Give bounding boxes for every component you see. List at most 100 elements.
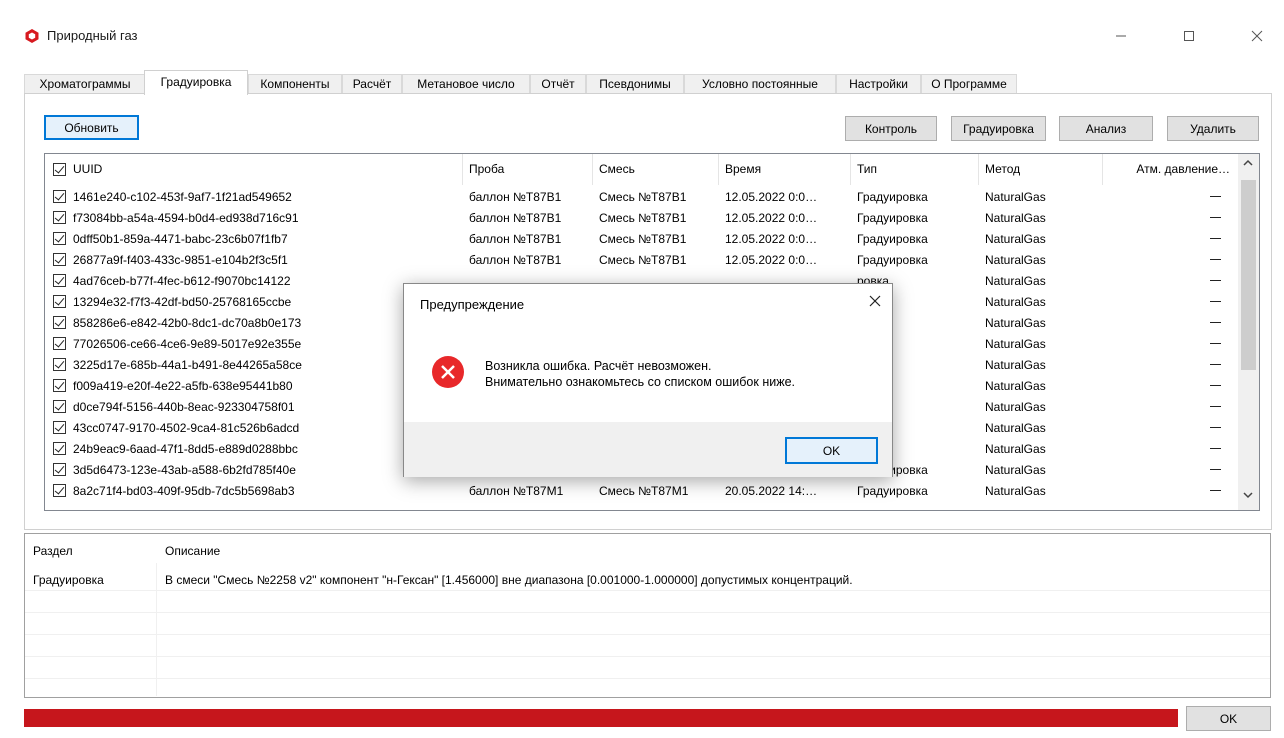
empty-error-row xyxy=(25,591,1270,613)
table-row[interactable]: 0dff50b1-859a-4471-babc-23c6b07f1fb7 балл… xyxy=(45,229,1241,248)
calibration-button[interactable]: Градуировка xyxy=(951,116,1046,141)
close-icon xyxy=(1251,30,1263,42)
column-header-time[interactable]: Время xyxy=(719,154,851,185)
dialog-message-line-2: Внимательно ознакомьтесь со списком ошиб… xyxy=(485,375,795,389)
analysis-button[interactable]: Анализ xyxy=(1059,116,1153,141)
cell-pressure-empty xyxy=(1210,469,1221,470)
row-checkbox[interactable] xyxy=(53,274,66,287)
cell-sample: баллон №Т87В1 xyxy=(469,253,562,267)
empty-error-row xyxy=(25,613,1270,635)
column-header-atm-pressure[interactable]: Атм. давление… xyxy=(1103,154,1239,185)
ok-button[interactable]: OK xyxy=(1186,706,1271,731)
cell-sample: баллон №Т87В1 xyxy=(469,232,562,246)
scroll-up-icon[interactable] xyxy=(1242,158,1254,168)
cell-mix: Смесь №Т87М1 xyxy=(599,484,689,498)
maximize-icon xyxy=(1184,31,1194,41)
tab-settings[interactable]: Настройки xyxy=(836,74,921,94)
cell-type: Градуировка xyxy=(857,253,928,267)
cell-sample: баллон №Т87М1 xyxy=(469,484,564,498)
cell-method: NaturalGas xyxy=(985,379,1046,393)
table-row[interactable]: 26877a9f-f403-433c-9851-e104b2f3c5f1 балл… xyxy=(45,250,1241,269)
control-button[interactable]: Контроль xyxy=(845,116,937,141)
title-bar xyxy=(0,0,1284,62)
cell-method: NaturalGas xyxy=(985,484,1046,498)
cell-pressure-empty xyxy=(1210,259,1221,260)
cell-time: 12.05.2022 0:0… xyxy=(725,190,818,204)
row-checkbox[interactable] xyxy=(53,421,66,434)
row-checkbox[interactable] xyxy=(53,379,66,392)
error-section: Градуировка xyxy=(33,573,104,587)
error-list: Раздел Описание Градуировка В смеси "Сме… xyxy=(24,533,1271,698)
row-checkbox[interactable] xyxy=(53,400,66,413)
cell-pressure-empty xyxy=(1210,280,1221,281)
row-checkbox[interactable] xyxy=(53,316,66,329)
dialog-close-icon[interactable] xyxy=(866,292,884,310)
dialog-title: Предупреждение xyxy=(420,297,525,312)
cell-pressure-empty xyxy=(1210,385,1221,386)
cell-method: NaturalGas xyxy=(985,295,1046,309)
cell-pressure-empty xyxy=(1210,238,1221,239)
column-header-type[interactable]: Тип xyxy=(851,154,979,185)
cell-method: NaturalGas xyxy=(985,421,1046,435)
table-row[interactable]: f73084bb-a54a-4594-b0d4-ed938d716c91 балл… xyxy=(45,208,1241,227)
column-header-method[interactable]: Метод xyxy=(979,154,1103,185)
tab-conditional-constants[interactable]: Условно постоянные xyxy=(684,74,836,94)
tab-about[interactable]: О Программе xyxy=(921,74,1017,94)
cell-type: Градуировка xyxy=(857,232,928,246)
tab-chromatograms[interactable]: Хроматограммы xyxy=(24,74,146,94)
cell-mix: Смесь №Т87В1 xyxy=(599,190,687,204)
table-row[interactable]: 8a2c71f4-bd03-409f-95db-7dc5b5698ab3 балл… xyxy=(45,481,1241,500)
row-checkbox[interactable] xyxy=(53,211,66,224)
error-column-description[interactable]: Описание xyxy=(157,534,757,564)
tab-report[interactable]: Отчёт xyxy=(530,74,586,94)
cell-method: NaturalGas xyxy=(985,400,1046,414)
error-column-section[interactable]: Раздел xyxy=(25,534,157,564)
tab-calibration[interactable]: Градуировка xyxy=(144,70,248,95)
table-row[interactable]: 1461e240-c102-453f-9af7-1f21ad549652 балл… xyxy=(45,187,1241,206)
column-header-mix[interactable]: Смесь xyxy=(593,154,719,185)
error-row[interactable]: Градуировка В смеси "Смесь №2258 v2" ком… xyxy=(25,569,1270,591)
minimize-icon xyxy=(1116,35,1126,37)
cell-type: Градуировка xyxy=(857,190,928,204)
minimize-button[interactable] xyxy=(1098,22,1144,50)
row-checkbox[interactable] xyxy=(53,463,66,476)
cell-method: NaturalGas xyxy=(985,253,1046,267)
cell-pressure-empty xyxy=(1210,301,1221,302)
row-checkbox[interactable] xyxy=(53,358,66,371)
close-window-button[interactable] xyxy=(1234,22,1280,50)
row-checkbox[interactable] xyxy=(53,337,66,350)
grid-scroll-thumb[interactable] xyxy=(1241,180,1256,370)
cell-method: NaturalGas xyxy=(985,442,1046,456)
select-all-checkbox[interactable] xyxy=(53,163,66,176)
row-checkbox[interactable] xyxy=(53,484,66,497)
cell-mix: Смесь №Т87В1 xyxy=(599,253,687,267)
cell-method: NaturalGas xyxy=(985,190,1046,204)
row-checkbox[interactable] xyxy=(53,232,66,245)
tab-methane-number[interactable]: Метановое число xyxy=(402,74,530,94)
progress-bar xyxy=(24,709,1178,727)
cell-sample: баллон №Т87В1 xyxy=(469,190,562,204)
dialog-ok-button[interactable]: OK xyxy=(785,437,878,464)
column-header-sample[interactable]: Проба xyxy=(463,154,593,185)
cell-pressure-empty xyxy=(1210,322,1221,323)
row-checkbox[interactable] xyxy=(53,295,66,308)
cell-type: Градуировка xyxy=(857,484,928,498)
error-column-divider xyxy=(156,563,157,696)
cell-method: NaturalGas xyxy=(985,358,1046,372)
tab-components[interactable]: Компоненты xyxy=(248,74,342,94)
refresh-button[interactable]: Обновить xyxy=(44,115,139,140)
row-checkbox[interactable] xyxy=(53,253,66,266)
tab-calculation[interactable]: Расчёт xyxy=(342,74,402,94)
tab-bar: Хроматограммы Градуировка Компоненты Рас… xyxy=(24,70,1034,95)
column-header-uuid[interactable]: UUID xyxy=(67,154,463,185)
cell-pressure-empty xyxy=(1210,196,1221,197)
cell-method: NaturalGas xyxy=(985,211,1046,225)
cell-time: 12.05.2022 0:0… xyxy=(725,211,818,225)
row-checkbox[interactable] xyxy=(53,190,66,203)
tab-aliases[interactable]: Псевдонимы xyxy=(586,74,684,94)
maximize-button[interactable] xyxy=(1166,22,1212,50)
cell-method: NaturalGas xyxy=(985,316,1046,330)
row-checkbox[interactable] xyxy=(53,442,66,455)
scroll-down-icon[interactable] xyxy=(1242,490,1254,500)
delete-button[interactable]: Удалить xyxy=(1167,116,1259,141)
